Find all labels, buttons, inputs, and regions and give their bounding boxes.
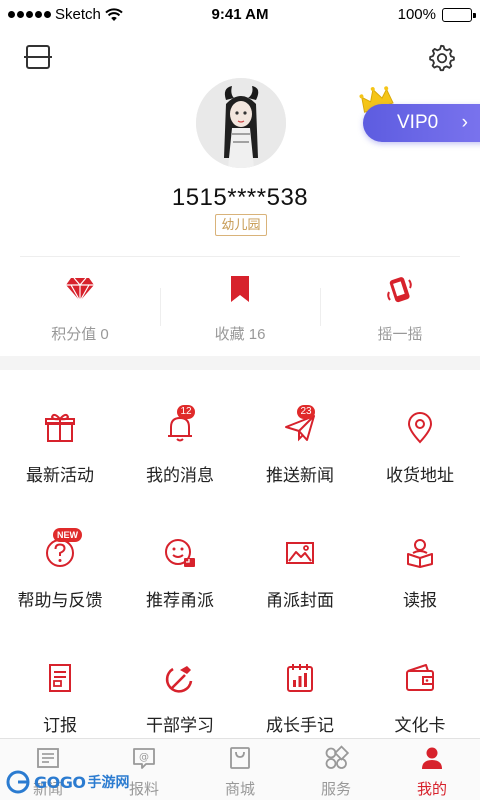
push-count-badge: 23	[297, 405, 315, 419]
report-icon: @	[133, 748, 155, 769]
watermark-logo: GOGO 手游网	[6, 770, 129, 794]
my-messages-item[interactable]: 12 我的消息	[120, 396, 240, 521]
tab-shop[interactable]: 商城	[192, 739, 288, 800]
growth-notebook-icon	[287, 664, 313, 692]
new-badge: NEW	[53, 528, 82, 542]
shake-label: 摇一摇	[377, 326, 423, 343]
growth-notes-label: 成长手记	[266, 716, 334, 735]
location-pin-icon	[407, 412, 433, 444]
profile-icon	[422, 747, 442, 769]
user-phone: 1515****538	[171, 184, 309, 211]
settings-gear-icon[interactable]	[428, 44, 456, 72]
recommend-label: 推荐甬派	[146, 591, 214, 610]
latest-events-item[interactable]: 最新活动	[0, 396, 120, 521]
recommend-icon	[165, 539, 195, 567]
avatar[interactable]	[196, 78, 286, 168]
favorites-stat[interactable]: 收藏 16	[160, 270, 320, 350]
read-newspaper-label: 读报	[403, 591, 437, 610]
tab-shop-label: 商城	[224, 781, 255, 798]
battery-status: 100%	[397, 6, 476, 23]
shipping-address-label: 收货地址	[386, 466, 454, 485]
points-label: 积分值 0	[51, 326, 109, 343]
svg-text:@: @	[139, 752, 149, 763]
chevron-right-icon: ›	[461, 112, 468, 133]
tab-services[interactable]: 服务	[288, 739, 384, 800]
grid-row: NEW 帮助与反馈 推荐甬派 甬派封面 读报	[0, 521, 480, 646]
shipping-address-item[interactable]: 收货地址	[360, 396, 480, 521]
shop-icon	[230, 747, 250, 769]
messages-count-badge: 12	[177, 405, 195, 419]
vip-button[interactable]: VIP0 ›	[363, 104, 480, 142]
battery-percent: 100%	[397, 6, 436, 23]
gift-icon	[45, 413, 75, 442]
favorites-label: 收藏 16	[214, 326, 266, 343]
diamond-icon	[66, 277, 94, 302]
cover-label: 甬派封面	[266, 591, 334, 610]
cover-item[interactable]: 甬派封面	[240, 521, 360, 646]
news-icon	[37, 748, 59, 768]
battery-icon	[442, 7, 476, 22]
document-icon	[49, 664, 71, 692]
help-feedback-item[interactable]: NEW 帮助与反馈	[0, 521, 120, 646]
watermark-suffix: 手游网	[87, 774, 130, 790]
points-stat[interactable]: 积分值 0	[0, 270, 160, 350]
tab-services-label: 服务	[320, 781, 351, 798]
watermark-brand: GOGO	[34, 772, 86, 792]
cadre-study-label: 干部学习	[146, 716, 214, 735]
services-icon	[325, 745, 350, 769]
grid-row: 最新活动 12 我的消息 23 推送新闻 收货地址	[0, 396, 480, 521]
shake-phone-icon	[387, 277, 412, 303]
feature-grid: 最新活动 12 我的消息 23 推送新闻 收货地址 NEW 帮助与反馈 推荐甬派…	[0, 396, 480, 771]
gogo-logo-icon	[6, 770, 30, 794]
push-news-item[interactable]: 23 推送新闻	[240, 396, 360, 521]
push-news-label: 推送新闻	[266, 466, 334, 485]
hammer-sickle-icon	[165, 666, 193, 693]
level-badge: 幼儿园	[215, 214, 267, 236]
shake-stat[interactable]: 摇一摇	[320, 270, 480, 350]
scan-icon[interactable]	[24, 44, 52, 70]
tab-mine[interactable]: 我的	[384, 739, 480, 800]
status-bar: Sketch 9:41 AM 100%	[0, 0, 480, 30]
divider	[20, 256, 460, 257]
recommend-item[interactable]: 推荐甬派	[120, 521, 240, 646]
tab-mine-label: 我的	[416, 781, 447, 798]
latest-events-label: 最新活动	[26, 466, 94, 485]
culture-card-label: 文化卡	[394, 716, 446, 735]
help-feedback-label: 帮助与反馈	[17, 591, 103, 610]
my-messages-label: 我的消息	[146, 466, 214, 485]
stats-bar: 积分值 0 收藏 16 摇一摇	[0, 270, 480, 350]
bookmark-icon	[231, 276, 249, 302]
image-icon	[286, 542, 314, 564]
vip-label: VIP0	[397, 112, 439, 133]
reader-icon	[407, 539, 433, 568]
section-divider	[0, 356, 480, 370]
subscribe-label: 订报	[43, 716, 77, 735]
wallet-icon	[406, 664, 434, 691]
read-newspaper-item[interactable]: 读报	[360, 521, 480, 646]
